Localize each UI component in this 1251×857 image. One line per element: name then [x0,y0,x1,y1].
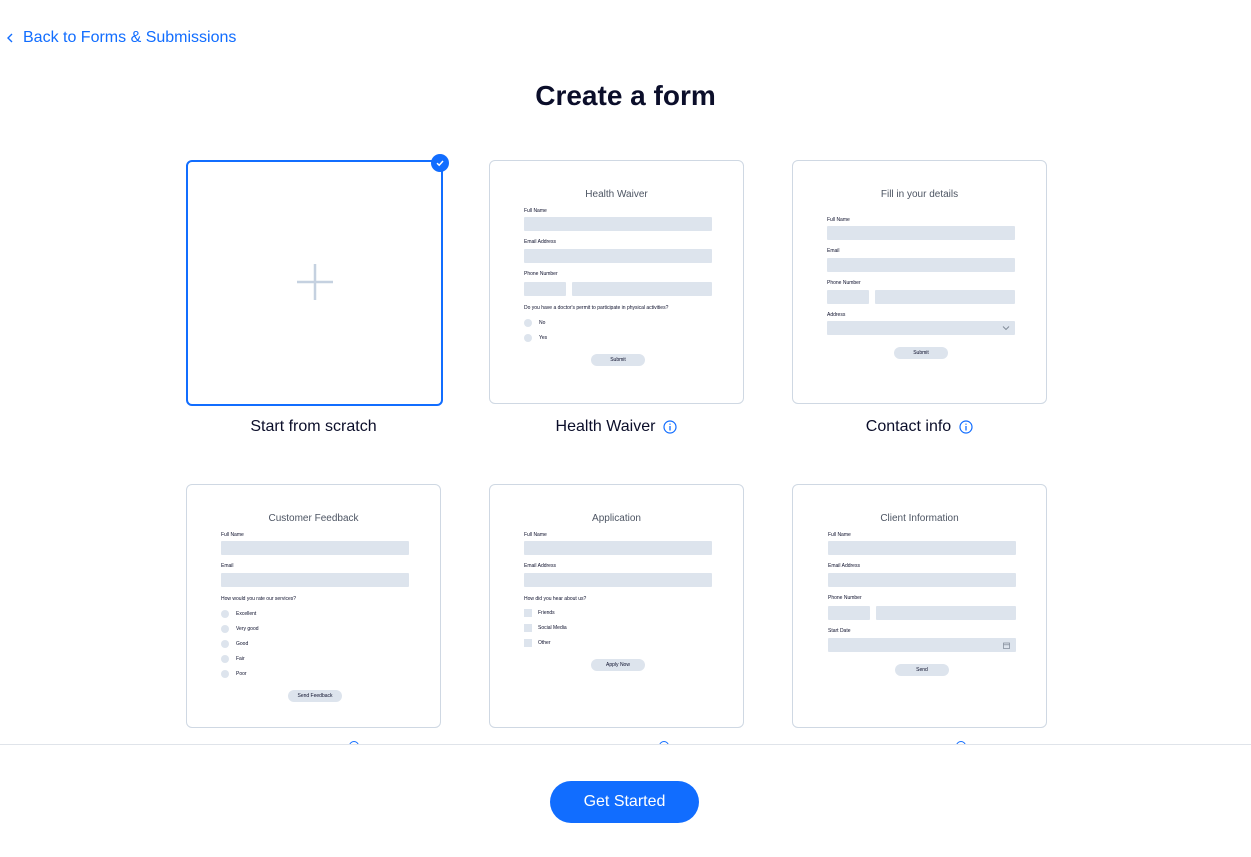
info-icon[interactable] [663,420,678,434]
calendar-icon [1003,642,1010,649]
preview-field [524,249,712,263]
template-card-application[interactable]: Application Full Name Email Address How … [489,484,744,728]
page-title: Create a form [535,80,716,111]
preview-title: Application [592,513,641,524]
template-card-health-waiver[interactable]: Health Waiver Full Name Email Address Ph… [489,160,744,404]
preview-radio [221,625,229,633]
preview-radio [221,640,229,648]
preview-field [827,290,869,304]
preview-button: Send [895,664,949,676]
template-caption: Contact info [792,417,1047,437]
preview-radio [524,334,532,342]
preview-field [876,606,1016,620]
preview-title: Client Information [880,513,959,524]
preview-field [827,258,1015,272]
preview-button: Submit [591,354,645,366]
preview-checkbox [524,624,532,632]
preview-field [875,290,1015,304]
preview-radio [524,319,532,327]
form-preview: Health Waiver Full Name Email Address Ph… [490,161,743,403]
preview-field [828,606,870,620]
form-preview: Client Information Full Name Email Addre… [793,485,1046,727]
preview-title: Health Waiver [585,189,648,200]
preview-button: Send Feedback [288,690,342,702]
preview-field [524,282,566,296]
preview-button: Apply Now [591,659,645,671]
template-gallery[interactable]: Create a form Start from scratch Health … [0,0,1251,744]
preview-radio [221,670,229,678]
preview-field [221,573,409,587]
preview-radio [221,610,229,618]
form-preview: Customer Feedback Full Name Email How wo… [187,485,440,727]
preview-checkbox [524,639,532,647]
template-caption: Start from scratch [250,418,377,435]
preview-field [524,541,712,555]
preview-dropdown [827,321,1015,335]
preview-field [828,541,1016,555]
chevron-down-icon [1002,326,1010,331]
template-card-start-from-scratch[interactable] [186,154,449,406]
preview-field [827,226,1015,240]
template-card-client-information[interactable]: Client Information Full Name Email Addre… [792,484,1047,728]
get-started-button[interactable]: Get Started [550,781,699,823]
preview-title: Customer Feedback [268,513,359,524]
preview-field [221,541,409,555]
form-preview: Application Full Name Email Address How … [490,485,743,727]
preview-field [572,282,712,296]
plus-icon [297,264,333,300]
preview-title: Fill in your details [880,189,959,200]
preview-field [524,573,712,587]
preview-date-field [828,638,1016,652]
template-card-customer-feedback[interactable]: Customer Feedback Full Name Email How wo… [186,484,441,728]
preview-field [524,217,712,231]
preview-checkbox [524,609,532,617]
preview-field [828,573,1016,587]
selected-check-icon [431,154,449,172]
form-preview: Fill in your details Full Name Email Pho… [793,161,1046,403]
preview-button: Submit [894,347,948,359]
template-card-contact-info[interactable]: Fill in your details Full Name Email Pho… [792,160,1047,404]
preview-radio [221,655,229,663]
info-icon[interactable] [959,420,973,434]
template-caption: Health Waiver [489,417,744,437]
footer-bar: Get Started [0,744,1251,857]
